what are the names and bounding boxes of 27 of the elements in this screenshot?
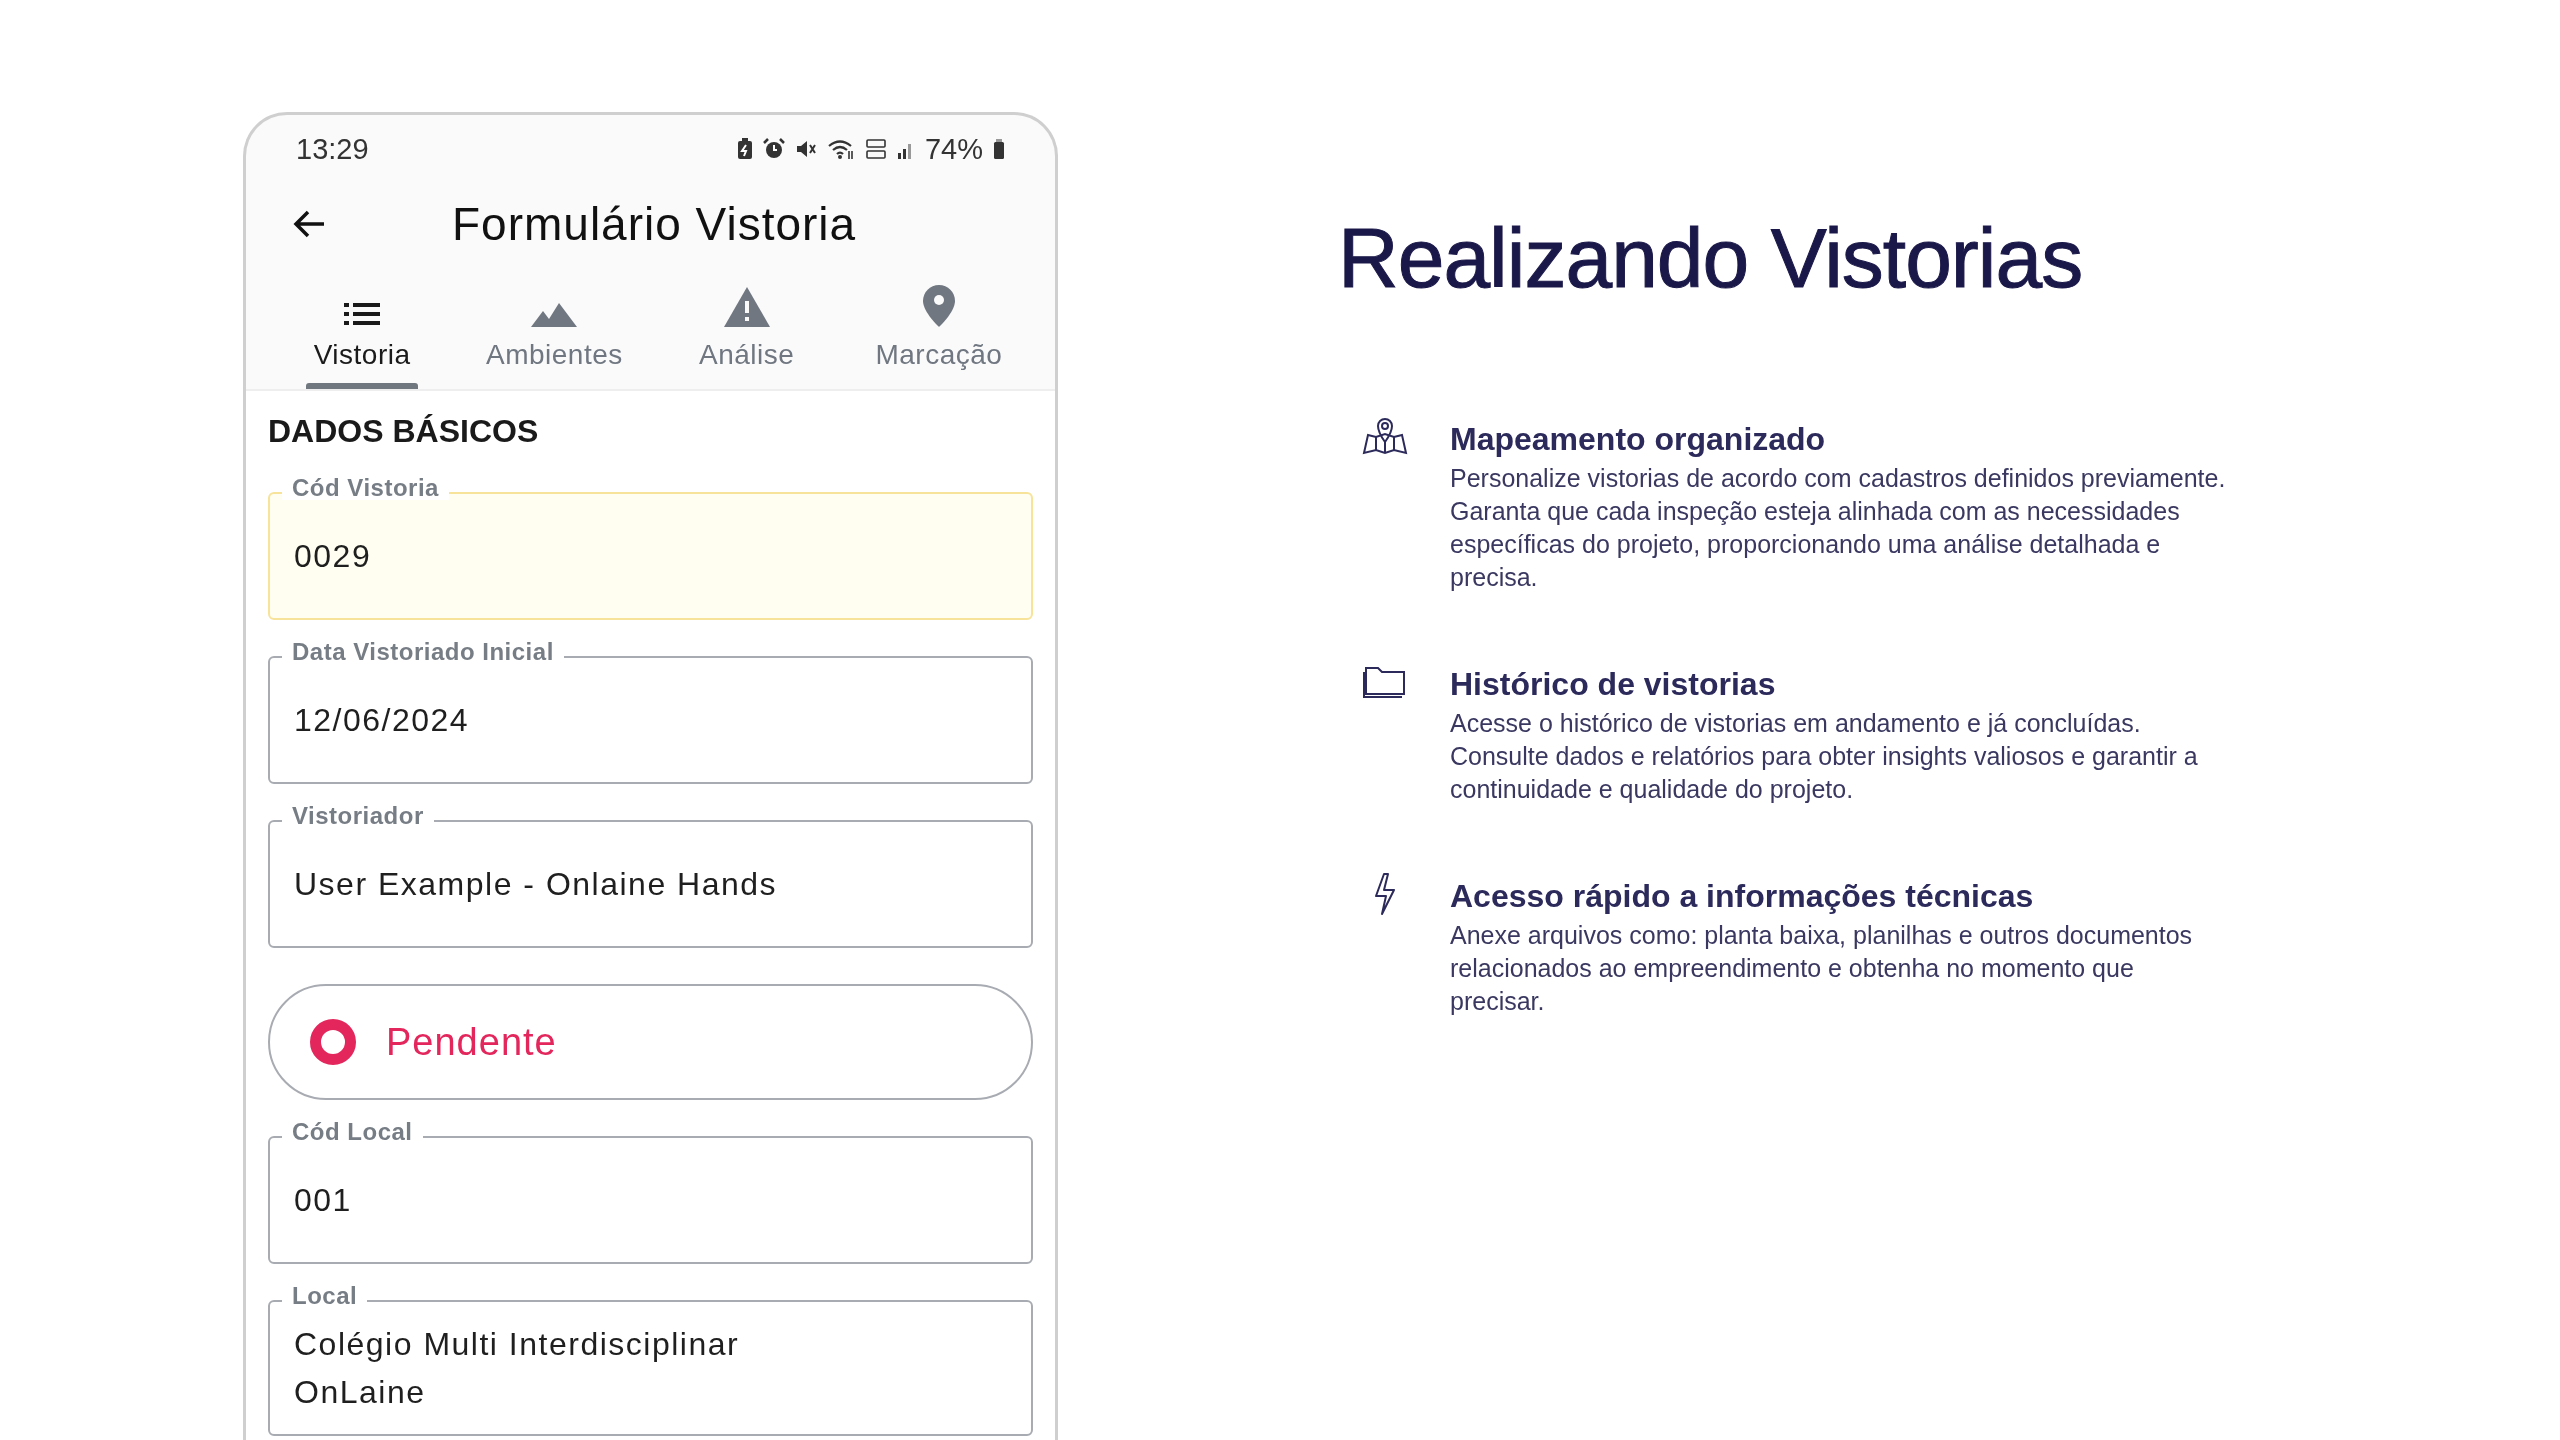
battery-percentage: 74% (924, 132, 983, 166)
tab[interactable]: Análise (650, 279, 843, 389)
mute-icon (794, 138, 817, 160)
alarm-icon (762, 138, 785, 160)
feature-title: Mapeamento organizado (1450, 421, 1827, 458)
feature-title: Acesso rápido a informações técnicas (1450, 878, 2035, 915)
location-pin-icon (922, 285, 955, 327)
field-label: Cód Vistoria (282, 476, 449, 500)
battery-saver-icon (736, 138, 753, 160)
list-icon (344, 301, 381, 327)
section-title: DADOS BÁSICOS (268, 413, 540, 450)
feature-description: Anexe arquivos como: planta baixa, planilhas e outros documentos relacionados ao empreendimento e obtenha no momento que precisar. (1450, 920, 2194, 1017)
map-pin-icon (1362, 415, 1408, 455)
status-toggle[interactable]: Pendente (268, 984, 1033, 1100)
status-time: 13:29 (296, 132, 369, 166)
feature-description: Personalize vistorias de acordo com cadastros definidos previamente. Garanta que cada inspeção esteja alinhada com as necessidades específicas do projeto, proporcionando uma análise detalhada e precisa. (1450, 463, 2227, 593)
warning-icon (723, 287, 770, 327)
feature-title: Histórico de vistorias (1450, 666, 1777, 703)
feature-description: Acesse o histórico de vistorias em andamento e já concluídas. Consulte dados e relatórios para obter insights valiosos e garantir a continuidade e qualidade do projeto. (1450, 708, 2199, 805)
tab[interactable]: Vistoria (266, 279, 459, 389)
tab[interactable]: Marcação (842, 279, 1035, 389)
headline: Realizando Vistorias (1338, 210, 2084, 307)
screen-title: Formulário Vistoria (452, 197, 857, 251)
tab[interactable]: Ambientes (458, 279, 651, 389)
mountain-icon (531, 301, 578, 327)
wifi-icon (826, 138, 855, 160)
battery-icon (993, 138, 1005, 160)
